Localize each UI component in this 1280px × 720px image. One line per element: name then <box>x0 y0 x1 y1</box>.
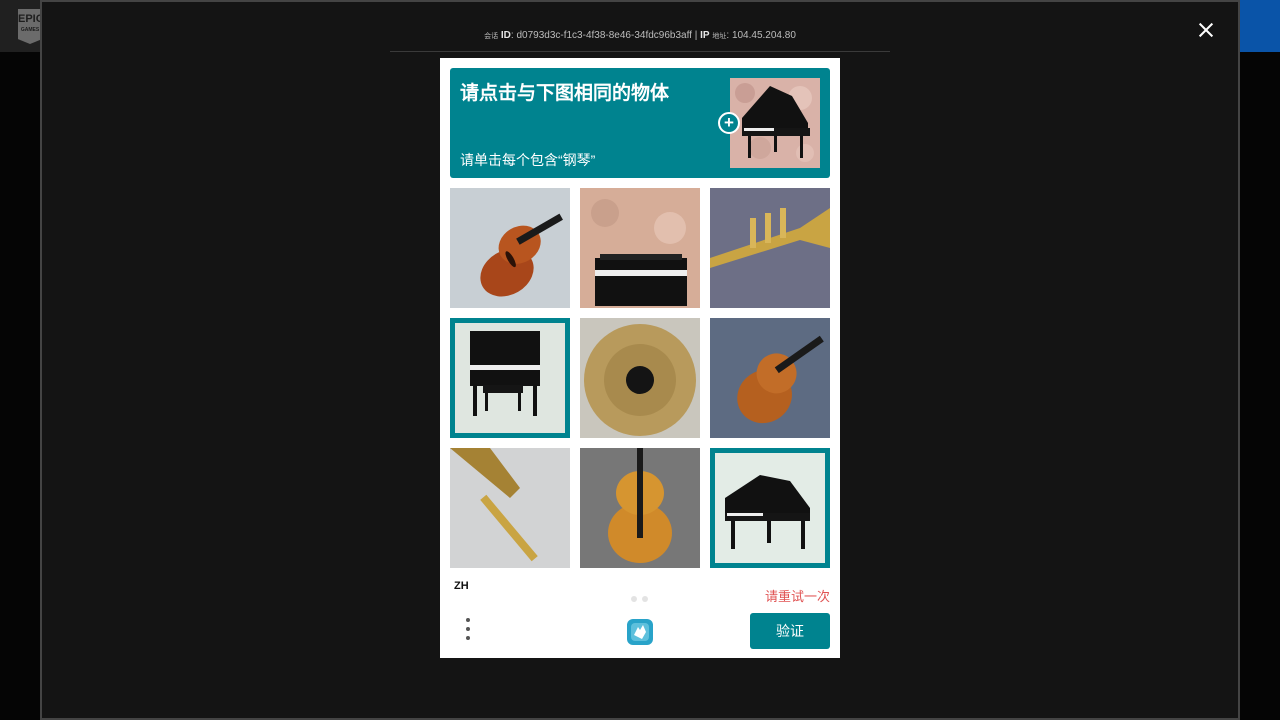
header-cta-button[interactable] <box>1238 0 1280 52</box>
ip-value: 104.45.204.80 <box>731 30 796 41</box>
page-dot <box>642 596 648 602</box>
language-selector[interactable]: ZH <box>454 580 469 592</box>
page-dot <box>631 596 637 602</box>
epic-games-logo[interactable]: EPIC GAMES <box>18 9 42 44</box>
image-tile-violin[interactable] <box>450 188 570 308</box>
session-label: 会话 <box>484 33 499 40</box>
ip-label: IP <box>700 30 710 41</box>
image-tile-grand-piano[interactable] <box>710 448 830 568</box>
image-tile-violin[interactable] <box>710 318 830 438</box>
image-tile-upright-piano[interactable] <box>580 188 700 308</box>
image-tile-upright-piano-bench[interactable] <box>450 318 570 438</box>
verify-button[interactable]: 验证 <box>750 613 830 649</box>
session-id: d0793d3c-f1c3-4f38-8e46-34fdc96b3aff <box>516 30 692 41</box>
image-tile-violin[interactable] <box>580 448 700 568</box>
close-icon[interactable] <box>1196 20 1216 40</box>
more-options-icon[interactable] <box>462 618 474 644</box>
image-tile-trombone[interactable] <box>450 448 570 568</box>
image-grid <box>450 188 830 568</box>
logo-subtext: GAMES <box>20 27 40 33</box>
separator: | <box>694 30 698 41</box>
add-icon: + <box>718 112 740 134</box>
captcha-modal: 会话 ID: d0793d3c-f1c3-4f38-8e46-34fdc96b3… <box>40 0 1240 720</box>
prompt-banner: 请点击与下图相同的物体 请单击每个包含“钢琴” + <box>450 68 830 178</box>
id-label: ID <box>500 30 511 41</box>
image-tile-trumpet[interactable] <box>710 188 830 308</box>
page-indicator <box>631 589 653 607</box>
image-tile-cymbal[interactable] <box>580 318 700 438</box>
prompt-subtitle: 请单击每个包含“钢琴” <box>460 152 596 168</box>
hcaptcha-logo-icon[interactable] <box>623 615 657 649</box>
captcha-widget: 请点击与下图相同的物体 请单击每个包含“钢琴” + ZH 请重试一次 验证 <box>440 58 840 658</box>
ip-suffix: 地址 <box>712 33 727 40</box>
prompt-title: 请点击与下图相同的物体 <box>460 83 670 104</box>
example-image: + <box>718 78 820 168</box>
error-message: 请重试一次 <box>764 589 830 604</box>
session-info: 会话 ID: d0793d3c-f1c3-4f38-8e46-34fdc96b3… <box>390 24 890 52</box>
